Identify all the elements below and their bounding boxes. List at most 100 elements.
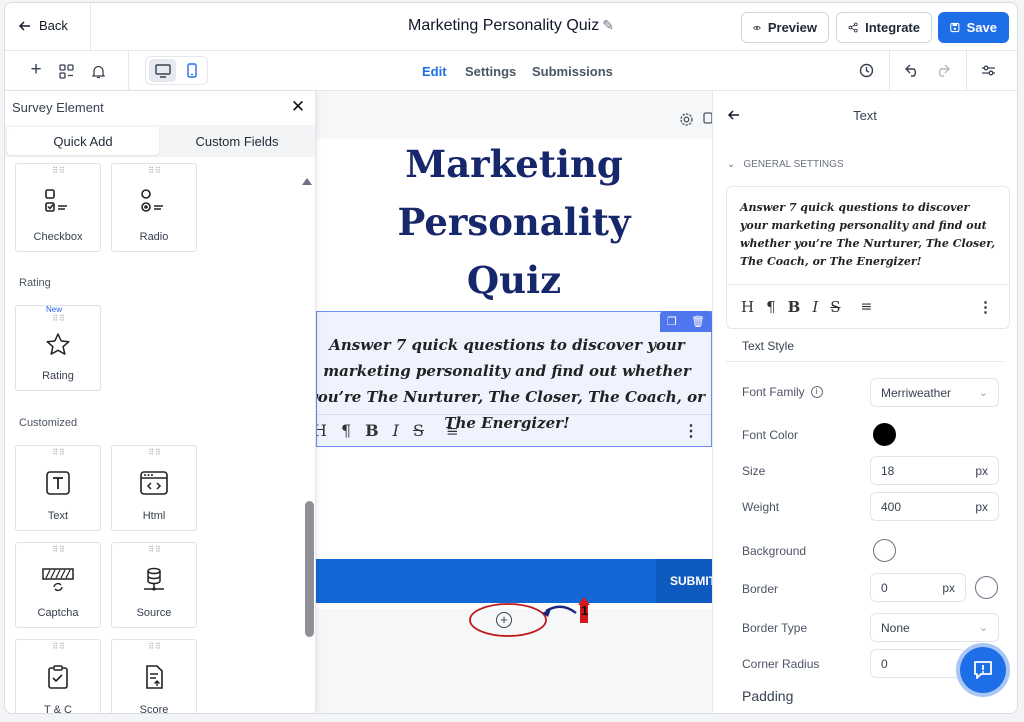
general-settings-label: GENERAL SETTINGS <box>743 159 844 170</box>
inline-text-toolbar: H ¶ B I S ≡ ⋮ <box>317 414 711 446</box>
tab-settings[interactable]: Settings <box>465 64 516 79</box>
border-value: 0 <box>881 580 888 595</box>
text-style-label: Text Style <box>742 339 795 353</box>
scroll-up-icon[interactable] <box>301 175 313 187</box>
heading-format-icon[interactable]: H <box>741 298 754 316</box>
history-icon[interactable] <box>857 61 875 79</box>
general-settings-toggle[interactable]: ⌄ GENERAL SETTINGS <box>727 159 844 170</box>
tab-submissions[interactable]: Submissions <box>532 64 613 79</box>
integrate-label: Integrate <box>865 20 920 35</box>
drag-handle-icon: ⠿⠿ <box>148 545 162 554</box>
background-color-swatch[interactable] <box>873 539 896 562</box>
save-button[interactable]: Save <box>938 12 1009 43</box>
text-preview-editor[interactable]: Answer 7 quick questions to discover you… <box>726 186 1010 329</box>
paragraph-format-icon[interactable]: ¶ <box>341 421 351 440</box>
element-rating[interactable]: New ⠿⠿ Rating <box>15 305 101 391</box>
heading-line-2[interactable]: Personality Quiz <box>344 193 684 309</box>
border-label: Border <box>742 582 779 596</box>
bold-icon[interactable]: B <box>365 421 379 440</box>
italic-icon[interactable]: I <box>393 421 399 440</box>
preview-button[interactable]: Preview <box>741 12 829 43</box>
corner-radius-input[interactable]: 0 <box>870 649 966 678</box>
eye-icon <box>753 25 761 30</box>
element-text[interactable]: ⠿⠿ Text <box>15 445 101 531</box>
selected-text-block[interactable]: Answer 7 quick questions to discover you… <box>316 311 712 447</box>
border-color-swatch[interactable] <box>975 576 998 599</box>
panel-tabs: Quick Add Custom Fields <box>5 125 315 157</box>
duplicate-icon[interactable]: ❐ <box>667 315 677 328</box>
element-score[interactable]: ⠿⠿ Score <box>111 639 197 713</box>
align-icon[interactable]: ≡ <box>446 422 459 440</box>
info-icon[interactable]: i <box>810 386 823 398</box>
tab-edit[interactable]: Edit <box>422 64 447 79</box>
captcha-icon <box>42 568 74 592</box>
chat-alert-icon <box>974 661 992 679</box>
paragraph-format-icon[interactable]: ¶ <box>766 298 776 316</box>
heading-format-icon[interactable]: H <box>317 421 327 440</box>
integrate-button[interactable]: Integrate <box>836 12 932 43</box>
pencil-icon[interactable]: ✎ <box>602 17 614 33</box>
divider <box>726 361 1004 362</box>
sliders-icon[interactable] <box>979 61 997 79</box>
tab-custom-fields[interactable]: Custom Fields <box>161 127 313 155</box>
font-color-swatch[interactable] <box>873 423 896 446</box>
submit-button[interactable]: SUBMIT <box>656 559 716 603</box>
drag-handle-icon: ⠿⠿ <box>52 314 66 323</box>
heading-line-1[interactable]: Marketing <box>344 135 684 193</box>
strikethrough-icon[interactable]: S <box>830 298 840 316</box>
drag-handle-icon: ⠿⠿ <box>52 642 66 651</box>
gear-icon[interactable] <box>678 111 694 127</box>
undo-icon[interactable] <box>903 61 921 79</box>
code-window-icon <box>140 471 168 495</box>
align-icon[interactable]: ≡ <box>861 299 873 315</box>
app-window: Back Marketing Personality Quiz ✎ Preview… <box>4 2 1018 714</box>
add-icon[interactable]: + <box>27 59 45 80</box>
border-type-value: None <box>881 620 910 635</box>
element-checkbox[interactable]: ⠿⠿ Checkbox <box>15 163 101 252</box>
redo-icon[interactable] <box>933 61 951 79</box>
form-canvas: Marketing Personality Quiz Answer 7 quic… <box>316 91 716 713</box>
form-card: Marketing Personality Quiz Answer 7 quic… <box>316 139 716 609</box>
element-terms[interactable]: ⠿⠿ T & C <box>15 639 101 713</box>
mobile-view-button[interactable] <box>178 59 205 82</box>
add-element-icon[interactable]: + <box>496 612 512 628</box>
border-type-label: Border Type <box>742 621 808 635</box>
checkbox-icon <box>45 189 67 212</box>
element-html[interactable]: ⠿⠿ Html <box>111 445 197 531</box>
element-source[interactable]: ⠿⠿ Source <box>111 542 197 628</box>
annotation-marker <box>469 597 590 637</box>
italic-icon[interactable]: I <box>812 298 818 316</box>
font-family-select[interactable]: Merriweather ⌄ <box>870 378 999 407</box>
clipboard-check-icon <box>48 665 68 689</box>
strikethrough-icon[interactable]: S <box>413 421 424 440</box>
layers-icon[interactable] <box>57 62 75 80</box>
border-type-select[interactable]: None ⌄ <box>870 613 999 642</box>
element-label: Rating <box>42 370 74 382</box>
bold-icon[interactable]: B <box>788 298 801 316</box>
weight-input[interactable]: 400 px <box>870 492 999 521</box>
divider <box>128 51 129 91</box>
monitor-icon <box>154 63 171 78</box>
tab-quick-add[interactable]: Quick Add <box>7 127 159 155</box>
desktop-view-button[interactable] <box>149 59 176 82</box>
font-color-label: Font Color <box>742 428 799 442</box>
drag-handle-icon: ⠿⠿ <box>148 166 162 175</box>
form-title[interactable]: Marketing Personality Quiz <box>408 17 599 34</box>
trash-icon[interactable]: 🗑 <box>691 315 705 328</box>
more-vertical-icon[interactable]: ⋮ <box>978 298 993 316</box>
scrollbar-thumb[interactable] <box>305 501 314 637</box>
element-label: Captcha <box>37 607 79 619</box>
more-vertical-icon[interactable]: ⋮ <box>683 421 699 440</box>
close-icon[interactable]: ✕ <box>291 97 305 116</box>
database-icon <box>144 567 164 591</box>
element-captcha[interactable]: ⠿⠿ Captcha <box>15 542 101 628</box>
preview-text[interactable]: Answer 7 quick questions to discover you… <box>740 199 1000 271</box>
bell-icon[interactable] <box>89 62 107 80</box>
element-label: Html <box>142 510 166 522</box>
element-radio[interactable]: ⠿⠿ Radio <box>111 163 197 252</box>
save-label: Save <box>966 20 997 35</box>
size-input[interactable]: 18 px <box>870 456 999 485</box>
feedback-chat-button[interactable] <box>960 647 1006 693</box>
divider <box>889 51 890 91</box>
border-input[interactable]: 0 px <box>870 573 966 602</box>
